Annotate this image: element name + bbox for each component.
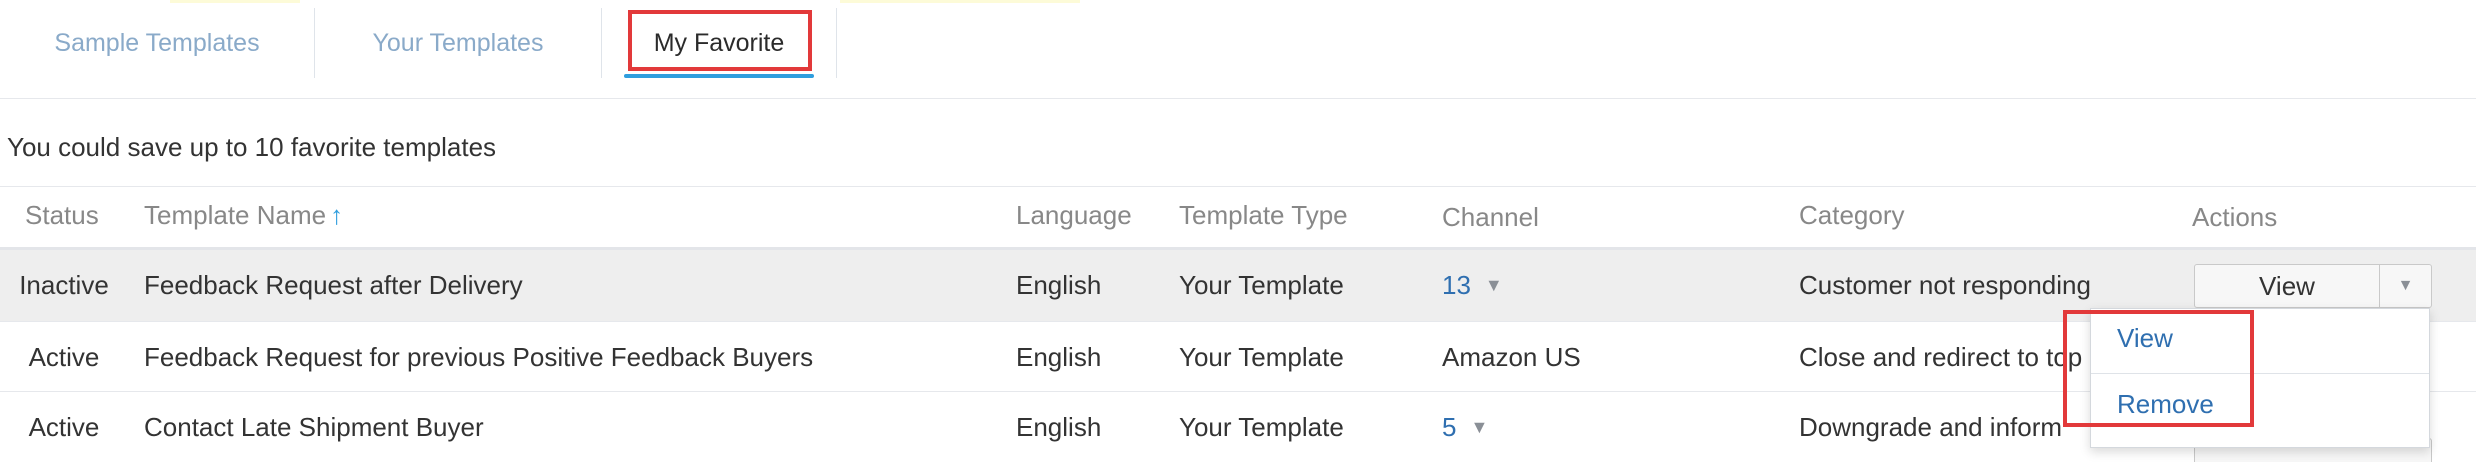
favorite-limit-text: You could save up to 10 favorite templat… xyxy=(7,132,497,162)
header-actions: Actions xyxy=(2192,202,2278,232)
category-cell: Close and redirect to top xyxy=(1799,342,2083,372)
category-cell: Downgrade and inform xyxy=(1799,412,2063,442)
header-channel[interactable]: Channel xyxy=(1442,202,1539,233)
channel-count: 13 xyxy=(1442,270,1471,300)
view-button[interactable]: View xyxy=(2194,264,2380,308)
menu-item-remove[interactable]: Remove xyxy=(2117,389,2214,420)
tab-sample-templates[interactable]: Sample Templates xyxy=(0,8,315,78)
header-template-name-label: Template Name xyxy=(144,200,327,230)
template-name-cell: Feedback Request after Delivery xyxy=(144,270,523,300)
header-category[interactable]: Category xyxy=(1799,200,1905,231)
language-cell: English xyxy=(1016,412,1102,442)
header-template-name[interactable]: Template Name ↑ xyxy=(144,200,343,231)
top-highlight-strip xyxy=(170,0,300,3)
template-name-cell: Feedback Request for previous Positive F… xyxy=(144,342,814,372)
divider xyxy=(0,186,2476,187)
category-cell: Customer not responding xyxy=(1799,270,2091,300)
template-name-cell: Contact Late Shipment Buyer xyxy=(144,412,484,442)
actions-split-button: View ▼ xyxy=(2194,264,2432,308)
caret-down-icon: ▼ xyxy=(1470,417,1489,437)
language-cell: English xyxy=(1016,342,1102,372)
tab-your-templates[interactable]: Your Templates xyxy=(315,8,602,78)
status-cell: Active xyxy=(28,342,100,372)
actions-dropdown-menu: View Remove xyxy=(2090,308,2430,448)
divider xyxy=(0,98,2476,99)
template-tabs: Sample Templates Your Templates My Favor… xyxy=(0,8,837,78)
header-template-type[interactable]: Template Type xyxy=(1179,200,1348,231)
tab-my-favorite-label: My Favorite xyxy=(653,28,785,57)
template-type-cell: Your Template xyxy=(1179,270,1344,300)
status-cell: Active xyxy=(28,412,100,442)
channel-count-dropdown[interactable]: 13 ▼ xyxy=(1442,250,1503,321)
header-language[interactable]: Language xyxy=(1016,200,1132,231)
channel-count: 5 xyxy=(1442,412,1457,442)
active-tab-underline xyxy=(624,74,814,78)
arrow-up-icon[interactable]: ↑ xyxy=(330,200,343,231)
actions-dropdown-toggle[interactable]: ▼ xyxy=(2380,264,2432,308)
language-cell: English xyxy=(1016,270,1102,300)
tab-my-favorite[interactable]: My Favorite xyxy=(602,8,837,78)
menu-divider xyxy=(2091,373,2429,374)
status-cell: Inactive xyxy=(19,270,109,300)
caret-down-icon: ▼ xyxy=(2397,277,2414,294)
caret-down-icon: ▼ xyxy=(1484,275,1503,295)
header-status[interactable]: Status xyxy=(25,200,99,231)
channel-cell: Amazon US xyxy=(1442,342,1581,372)
template-type-cell: Your Template xyxy=(1179,412,1344,442)
channel-count-dropdown[interactable]: 5 ▼ xyxy=(1442,392,1488,462)
top-highlight-strip xyxy=(840,0,1080,3)
template-type-cell: Your Template xyxy=(1179,342,1344,372)
menu-item-view[interactable]: View xyxy=(2117,323,2173,354)
